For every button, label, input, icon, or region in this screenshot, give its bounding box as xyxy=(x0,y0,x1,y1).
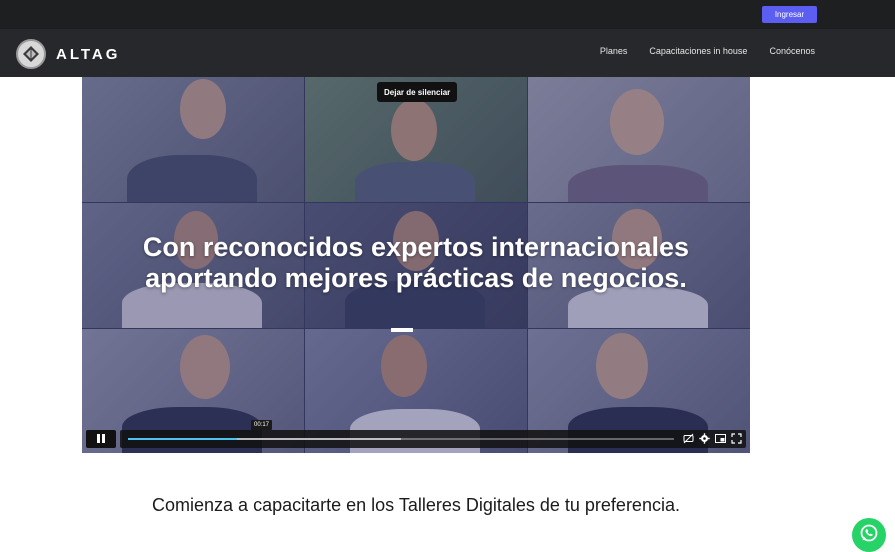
progress-played xyxy=(128,438,238,440)
picture-in-picture-icon[interactable] xyxy=(715,433,726,444)
nav-item-capacitaciones[interactable]: Capacitaciones in house xyxy=(649,46,747,56)
video-headline: Con reconocidos expertos internacionales… xyxy=(82,232,750,294)
hero-video[interactable]: Dejar de silenciar Con reconocidos exper… xyxy=(82,77,750,453)
login-button[interactable]: Ingresar xyxy=(762,6,817,23)
progress-track[interactable] xyxy=(128,438,674,440)
headline-line-2: aportando mejores prácticas de negocios. xyxy=(145,263,687,293)
nav-item-conocenos[interactable]: Conócenos xyxy=(769,46,815,56)
unmute-button[interactable]: Dejar de silenciar xyxy=(377,82,458,102)
captions-off-icon[interactable] xyxy=(683,433,694,444)
altag-logo-icon xyxy=(16,39,46,69)
fullscreen-icon[interactable] xyxy=(731,433,742,444)
nav-links: Planes Capacitaciones in house Conócenos xyxy=(600,46,815,56)
pause-icon xyxy=(97,430,105,448)
video-controls: 00:17 xyxy=(86,420,746,448)
nav-item-planes[interactable]: Planes xyxy=(600,46,628,56)
control-icons xyxy=(683,433,742,444)
main-navbar: ALTAG Planes Capacitaciones in house Con… xyxy=(0,29,895,77)
whatsapp-icon xyxy=(859,523,879,548)
brand-logo[interactable]: ALTAG xyxy=(16,39,120,69)
brand-name: ALTAG xyxy=(56,45,121,63)
top-bar: Ingresar xyxy=(0,0,895,29)
headline-line-1: Con reconocidos expertos internacionales xyxy=(142,232,690,262)
gear-icon[interactable] xyxy=(699,433,710,444)
whatsapp-button[interactable] xyxy=(852,518,886,552)
slide-indicator xyxy=(391,328,413,332)
time-tooltip: 00:17 xyxy=(251,420,273,430)
pause-button[interactable] xyxy=(86,430,116,448)
control-bar: 00:17 xyxy=(120,420,746,448)
section-tagline: Comienza a capacitarte en los Talleres D… xyxy=(152,495,680,515)
